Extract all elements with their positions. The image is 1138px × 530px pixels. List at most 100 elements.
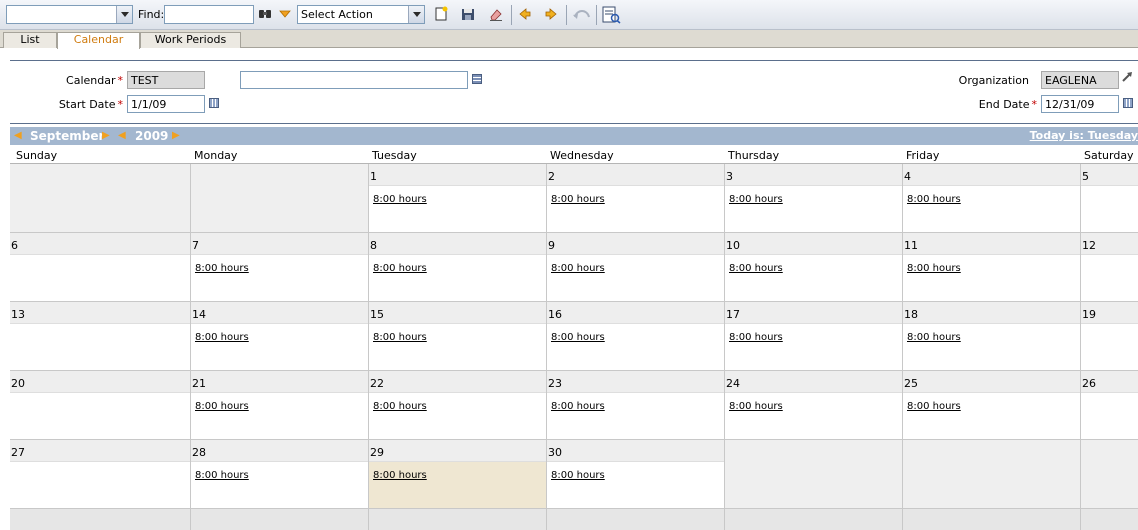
- today-link[interactable]: Today is: Tuesday: [1030, 129, 1138, 142]
- binoculars-icon[interactable]: [257, 6, 273, 22]
- eraser-icon[interactable]: [488, 6, 504, 22]
- calendar-day-cell[interactable]: 15 8:00 hours: [368, 302, 546, 371]
- calendar-day-cell[interactable]: 7 8:00 hours: [190, 233, 368, 302]
- previous-icon[interactable]: [517, 6, 533, 22]
- day-number: 4: [903, 164, 1080, 186]
- calendar-day-cell[interactable]: 17 8:00 hours: [724, 302, 902, 371]
- work-hours-link[interactable]: 8:00 hours: [373, 470, 427, 481]
- next-icon[interactable]: [543, 6, 559, 22]
- calendar-day-cell[interactable]: 12: [1080, 233, 1138, 302]
- tab-list[interactable]: List: [3, 32, 57, 48]
- start-date-field[interactable]: 1/1/09: [127, 95, 205, 113]
- calendar-day-cell[interactable]: 11 8:00 hours: [902, 233, 1080, 302]
- calendar-day-cell[interactable]: 4 8:00 hours: [902, 164, 1080, 233]
- organization-label: Organization: [958, 74, 1029, 87]
- calendar-day-cell[interactable]: 9 8:00 hours: [546, 233, 724, 302]
- chevron-down-icon[interactable]: [408, 6, 424, 23]
- calendar-day-cell[interactable]: 1 8:00 hours: [368, 164, 546, 233]
- day-number: 15: [369, 302, 546, 324]
- calendar-day-cell[interactable]: 8 8:00 hours: [368, 233, 546, 302]
- work-hours-link[interactable]: 8:00 hours: [373, 401, 427, 412]
- day-number: 12: [1081, 233, 1138, 255]
- calendar-column-line: [724, 509, 725, 530]
- calendar-day-cell[interactable]: 18 8:00 hours: [902, 302, 1080, 371]
- work-hours-link[interactable]: 8:00 hours: [373, 194, 427, 205]
- record-select[interactable]: [6, 5, 133, 24]
- calendar-day-cell[interactable]: 27: [10, 440, 190, 509]
- lookup-icon[interactable]: [472, 74, 482, 84]
- calendar-day-cell[interactable]: 24 8:00 hours: [724, 371, 902, 440]
- find-input[interactable]: [164, 5, 254, 24]
- calendar-day-cell[interactable]: 20: [10, 371, 190, 440]
- undo-icon[interactable]: [572, 6, 592, 22]
- filter-icon[interactable]: [277, 6, 293, 22]
- work-hours-link[interactable]: 8:00 hours: [907, 263, 961, 274]
- calendar-month: September: [30, 129, 105, 143]
- new-record-icon[interactable]: [433, 6, 449, 22]
- work-hours-link[interactable]: 8:00 hours: [729, 263, 783, 274]
- day-number: 13: [10, 302, 190, 324]
- calendar-picker-icon[interactable]: [209, 98, 219, 108]
- report-icon[interactable]: [601, 6, 621, 24]
- work-hours-link[interactable]: 8:00 hours: [907, 332, 961, 343]
- work-hours-link[interactable]: 8:00 hours: [551, 401, 605, 412]
- calendar-day-cell[interactable]: 13: [10, 302, 190, 371]
- tab-calendar[interactable]: Calendar: [57, 32, 140, 49]
- lookup-arrow-icon[interactable]: [1120, 70, 1134, 86]
- calendar-day-cell[interactable]: 10 8:00 hours: [724, 233, 902, 302]
- previous-month-icon[interactable]: ◀: [14, 130, 22, 142]
- work-hours-link[interactable]: 8:00 hours: [195, 401, 249, 412]
- work-hours-link[interactable]: 8:00 hours: [729, 332, 783, 343]
- calendar-day-cell[interactable]: 26: [1080, 371, 1138, 440]
- calendar-day-cell[interactable]: 14 8:00 hours: [190, 302, 368, 371]
- calendar-day-cell[interactable]: 23 8:00 hours: [546, 371, 724, 440]
- calendar-day-cell[interactable]: 25 8:00 hours: [902, 371, 1080, 440]
- previous-year-icon[interactable]: ◀: [118, 130, 126, 142]
- calendar-header: ◀ September ▶ ◀ 2009 ▶ Today is: Tuesday: [10, 127, 1138, 145]
- calendar-day-cell[interactable]: 6: [10, 233, 190, 302]
- calendar-day-cell[interactable]: 19: [1080, 302, 1138, 371]
- work-hours-link[interactable]: 8:00 hours: [551, 470, 605, 481]
- save-icon[interactable]: [460, 6, 476, 22]
- calendar-column-line: [1080, 509, 1081, 530]
- work-hours-link[interactable]: 8:00 hours: [729, 194, 783, 205]
- start-date-label: Start Date *: [40, 98, 123, 111]
- calendar-field[interactable]: TEST: [127, 71, 205, 89]
- calendar-description-field[interactable]: [240, 71, 468, 89]
- calendar-day-cell[interactable]: 16 8:00 hours: [546, 302, 724, 371]
- work-hours-link[interactable]: 8:00 hours: [195, 470, 249, 481]
- calendar-label: Calendar *: [40, 74, 123, 87]
- calendar-year: 2009: [135, 129, 169, 143]
- day-number: 2: [547, 164, 724, 186]
- calendar-day-cell[interactable]: 2 8:00 hours: [546, 164, 724, 233]
- work-hours-link[interactable]: 8:00 hours: [373, 332, 427, 343]
- required-marker: *: [117, 98, 124, 111]
- action-select[interactable]: Select Action: [297, 5, 425, 24]
- work-hours-link[interactable]: 8:00 hours: [729, 401, 783, 412]
- calendar-day-cell[interactable]: 29 8:00 hours: [368, 440, 546, 509]
- calendar-day-cell[interactable]: 30 8:00 hours: [546, 440, 724, 509]
- day-name-thursday: Thursday: [728, 149, 780, 162]
- calendar-day-cell[interactable]: 28 8:00 hours: [190, 440, 368, 509]
- calendar-day-cell[interactable]: 3 8:00 hours: [724, 164, 902, 233]
- calendar-picker-icon[interactable]: [1123, 98, 1133, 108]
- tab-work-periods[interactable]: Work Periods: [140, 32, 241, 48]
- work-hours-link[interactable]: 8:00 hours: [907, 401, 961, 412]
- work-hours-link[interactable]: 8:00 hours: [551, 332, 605, 343]
- work-hours-link[interactable]: 8:00 hours: [907, 194, 961, 205]
- calendar-day-cell[interactable]: 5: [1080, 164, 1138, 233]
- work-hours-link[interactable]: 8:00 hours: [551, 263, 605, 274]
- work-hours-link[interactable]: 8:00 hours: [195, 332, 249, 343]
- end-date-field[interactable]: 12/31/09: [1041, 95, 1119, 113]
- work-hours-link[interactable]: 8:00 hours: [195, 263, 249, 274]
- work-hours-link[interactable]: 8:00 hours: [551, 194, 605, 205]
- next-month-icon[interactable]: ▶: [102, 130, 110, 142]
- calendar-day-cell[interactable]: 22 8:00 hours: [368, 371, 546, 440]
- calendar-day-cell[interactable]: 21 8:00 hours: [190, 371, 368, 440]
- organization-field[interactable]: EAGLENA: [1041, 71, 1119, 89]
- next-year-icon[interactable]: ▶: [172, 130, 180, 142]
- work-hours-link[interactable]: 8:00 hours: [373, 263, 427, 274]
- chevron-down-icon[interactable]: [116, 6, 132, 23]
- find-label: Find:: [138, 8, 165, 21]
- day-number: 7: [191, 233, 368, 255]
